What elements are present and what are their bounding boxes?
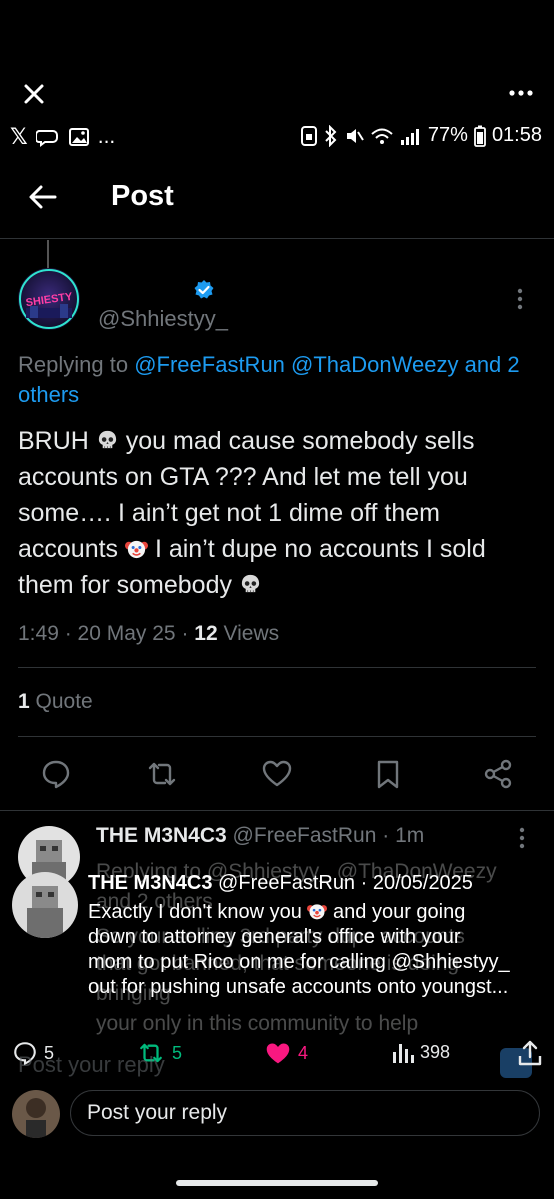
- reply-text-line: your only in this community to help: [96, 1012, 419, 1035]
- quoted-author-avatar: [12, 872, 78, 938]
- clown-emoji-icon: [307, 904, 328, 920]
- tweet-more-button[interactable]: [516, 288, 524, 310]
- reply-more-button[interactable]: [518, 827, 526, 849]
- signal-icon: [400, 128, 419, 145]
- views-label: Views: [223, 622, 280, 645]
- thread-connector-line: [47, 240, 49, 270]
- like-button[interactable]: [261, 758, 293, 790]
- more-vertical-icon: [517, 288, 523, 310]
- notification-overflow: ...: [97, 125, 116, 148]
- user-avatar[interactable]: [12, 1090, 60, 1138]
- robot-avatar-image: [12, 872, 78, 938]
- reposts-count: 5: [172, 1042, 183, 1063]
- views-total: 398: [420, 1041, 451, 1062]
- quoted-line: and your going: [327, 901, 466, 923]
- author-avatar[interactable]: SHIESTY: [18, 268, 80, 330]
- bookmark-icon: [377, 760, 399, 789]
- battery-percent: 77%: [427, 124, 468, 146]
- reply-author-name: THE M3N4C3: [96, 824, 227, 847]
- close-button[interactable]: [20, 80, 48, 108]
- divider: [18, 667, 536, 668]
- share-button[interactable]: [482, 758, 514, 790]
- quoted-line: out for pushing unsafe accounts onto you…: [88, 976, 509, 998]
- reply-author[interactable]: THE M3N4C3 @FreeFastRun · 1m: [96, 824, 424, 848]
- more-options-button[interactable]: [508, 85, 534, 101]
- analytics-icon: [393, 1044, 414, 1063]
- share-upload-icon: [518, 1040, 542, 1066]
- mute-icon: [346, 128, 364, 143]
- reply-composer-input[interactable]: Post your reply: [70, 1090, 540, 1136]
- views-count[interactable]: 12: [194, 622, 217, 645]
- tweet-text-part-1: BRUH: [18, 427, 96, 455]
- shiesty-avatar-image: SHIESTY: [18, 268, 80, 330]
- likes-count: 4: [298, 1042, 309, 1063]
- bluetooth-icon: [325, 124, 337, 147]
- home-indicator[interactable]: [176, 1180, 378, 1186]
- gallery-icon: [68, 128, 89, 146]
- quoted-author-name: THE M3N4C3: [88, 872, 213, 894]
- skull-emoji-icon: [98, 430, 116, 449]
- repost-icon: [148, 762, 176, 786]
- quoted-line: down to attorney general's office with y…: [88, 926, 461, 948]
- quoted-line: Exactly I don't know you: [88, 901, 308, 923]
- battery-icon: [474, 125, 486, 147]
- heart-filled-icon: [266, 1043, 290, 1064]
- author-handle[interactable]: @Shhiestyy_: [98, 306, 228, 332]
- replying-prefix: Replying to: [18, 352, 129, 377]
- quoted-text: Exactly I don't know you and your going …: [88, 900, 548, 1000]
- views-stat[interactable]: 398: [392, 1040, 450, 1064]
- more-vertical-icon: [519, 827, 525, 849]
- quote-label: Quote: [35, 690, 93, 713]
- lock-badge-icon: [300, 125, 317, 146]
- back-button[interactable]: [28, 183, 58, 211]
- heart-icon: [262, 760, 292, 787]
- repost-button[interactable]: [146, 758, 178, 790]
- faded-reply-placeholder: Post your reply: [18, 1052, 165, 1077]
- header-divider: [0, 238, 554, 239]
- likes-stat[interactable]: 4: [264, 1040, 308, 1066]
- quoted-line: mom to put Rico on me for calling @Shhie…: [88, 951, 510, 973]
- more-horizontal-icon: [509, 90, 533, 96]
- reply-composer-placeholder: Post your reply: [87, 1101, 228, 1124]
- share-nodes-icon: [484, 759, 512, 789]
- tweet-meta: 1:49 · 20 May 25 · 12 Views: [18, 622, 280, 645]
- quoted-handle-date: @FreeFastRun · 20/05/2025: [218, 872, 473, 894]
- reply-icon: [42, 760, 70, 789]
- user-avatar-image: [12, 1090, 60, 1138]
- quotes-link[interactable]: 1 Quote: [18, 690, 93, 714]
- reply-button[interactable]: [40, 758, 72, 790]
- page-title: Post: [111, 180, 174, 212]
- status-bar: 𝕏 ... 77% 01:58: [0, 118, 554, 154]
- quoted-author: THE M3N4C3 @FreeFastRun · 20/05/2025: [88, 872, 473, 895]
- x-logo-icon: 𝕏: [10, 124, 28, 149]
- bookmark-button[interactable]: [372, 758, 404, 790]
- clown-emoji-icon: [125, 540, 149, 559]
- share-upload-button[interactable]: [518, 1040, 542, 1066]
- close-icon: [24, 84, 44, 104]
- verified-badge-icon: [193, 279, 215, 301]
- tweet-date: 20 May 25: [77, 622, 176, 645]
- messages-icon: [35, 130, 58, 147]
- clock: 01:58: [491, 124, 542, 146]
- divider: [0, 810, 554, 811]
- skull-emoji-icon: [241, 574, 260, 593]
- wifi-icon: [371, 128, 393, 144]
- reply-handle-time: @FreeFastRun · 1m: [232, 824, 425, 847]
- back-arrow-icon: [29, 185, 57, 209]
- divider: [18, 736, 536, 737]
- tweet-time: 1:49: [18, 622, 59, 645]
- tweet-body: BRUH you mad cause somebody sells accoun…: [18, 423, 543, 603]
- quote-count: 1: [18, 690, 30, 713]
- replying-to-line: Replying to @FreeFastRun @ThaDonWeezy an…: [18, 350, 543, 410]
